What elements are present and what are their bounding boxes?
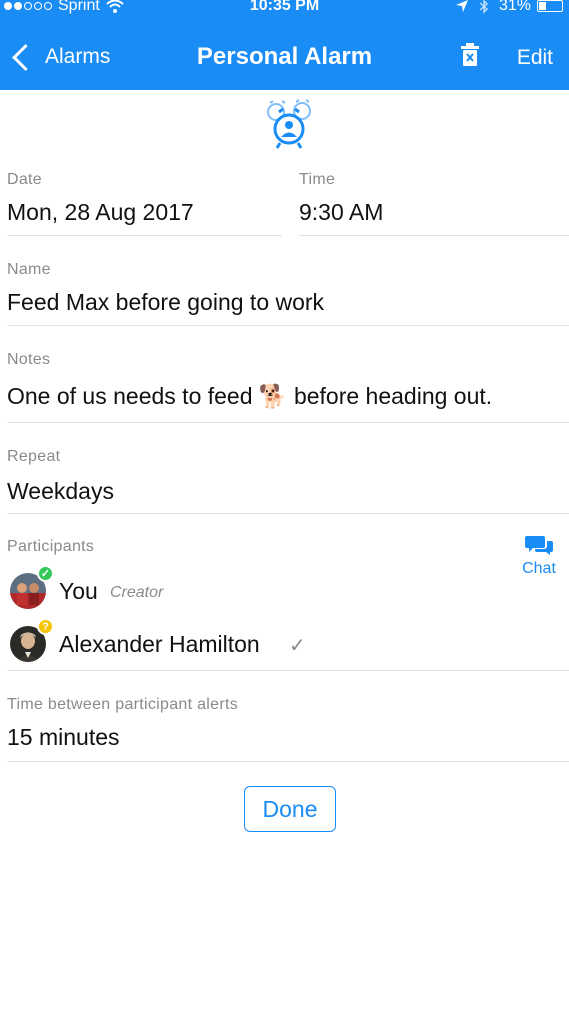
notes-field[interactable]: Notes One of us needs to feed 🐕 before h… [7, 351, 492, 410]
participants-label: Participants [7, 538, 95, 555]
divider [7, 325, 569, 326]
name-value: Feed Max before going to work [7, 289, 325, 315]
time-field[interactable]: Time 9:30 AM [299, 171, 383, 226]
battery-icon [537, 0, 563, 12]
trash-icon[interactable] [460, 42, 480, 68]
repeat-field[interactable]: Repeat Weekdays [7, 448, 114, 505]
notes-label: Notes [7, 351, 51, 368]
notes-text-end: before heading out. [293, 383, 493, 409]
done-button[interactable]: Done [244, 786, 336, 832]
time-label: Time [299, 171, 336, 188]
bluetooth-icon [479, 0, 488, 14]
dog-emoji-icon: 🐕 [258, 383, 288, 409]
pending-question-icon: ? [37, 618, 54, 635]
date-label: Date [7, 171, 42, 188]
creator-tag: Creator [110, 584, 164, 601]
alert-interval-label: Time between participant alerts [7, 696, 239, 713]
checkmark-icon: ✓ [289, 635, 306, 657]
navigation-bar: Sprint 10:35 PM 31% Alarms Personal Alar… [0, 0, 569, 90]
back-button[interactable]: Alarms [10, 40, 110, 74]
location-arrow-icon [455, 0, 468, 12]
name-field[interactable]: Name Feed Max before going to work [7, 261, 324, 316]
chat-button[interactable]: Chat [516, 534, 562, 578]
participant-name: Alexander Hamilton [59, 631, 260, 657]
participants-section: Participants [7, 538, 94, 556]
alarm-clock-group-icon [267, 99, 311, 149]
edit-button[interactable]: Edit [517, 46, 553, 70]
divider [7, 761, 569, 762]
date-field[interactable]: Date Mon, 28 Aug 2017 [7, 171, 194, 226]
battery-percent: 31% [498, 0, 531, 14]
chat-bubbles-icon [525, 536, 553, 555]
chat-label: Chat [522, 560, 556, 577]
divider [7, 422, 569, 423]
repeat-value: Weekdays [7, 478, 114, 504]
chevron-left-icon [12, 43, 39, 71]
divider [299, 235, 569, 236]
name-label: Name [7, 261, 51, 278]
status-bar: Sprint 10:35 PM 31% [0, 0, 569, 20]
time-value: 9:30 AM [299, 199, 384, 225]
date-value: Mon, 28 Aug 2017 [7, 199, 194, 225]
notes-value: One of us needs to feed 🐕 before heading… [7, 383, 492, 410]
divider [7, 670, 569, 671]
repeat-label: Repeat [7, 448, 61, 465]
alert-interval-field[interactable]: Time between participant alerts 15 minut… [7, 696, 238, 751]
alert-interval-value: 15 minutes [7, 724, 120, 750]
divider [7, 235, 282, 236]
divider [7, 513, 569, 514]
notes-text-start: One of us needs to feed [7, 383, 253, 409]
participant-name: You [59, 578, 98, 604]
back-button-label: Alarms [45, 45, 111, 68]
accepted-check-icon: ✓ [37, 565, 54, 582]
